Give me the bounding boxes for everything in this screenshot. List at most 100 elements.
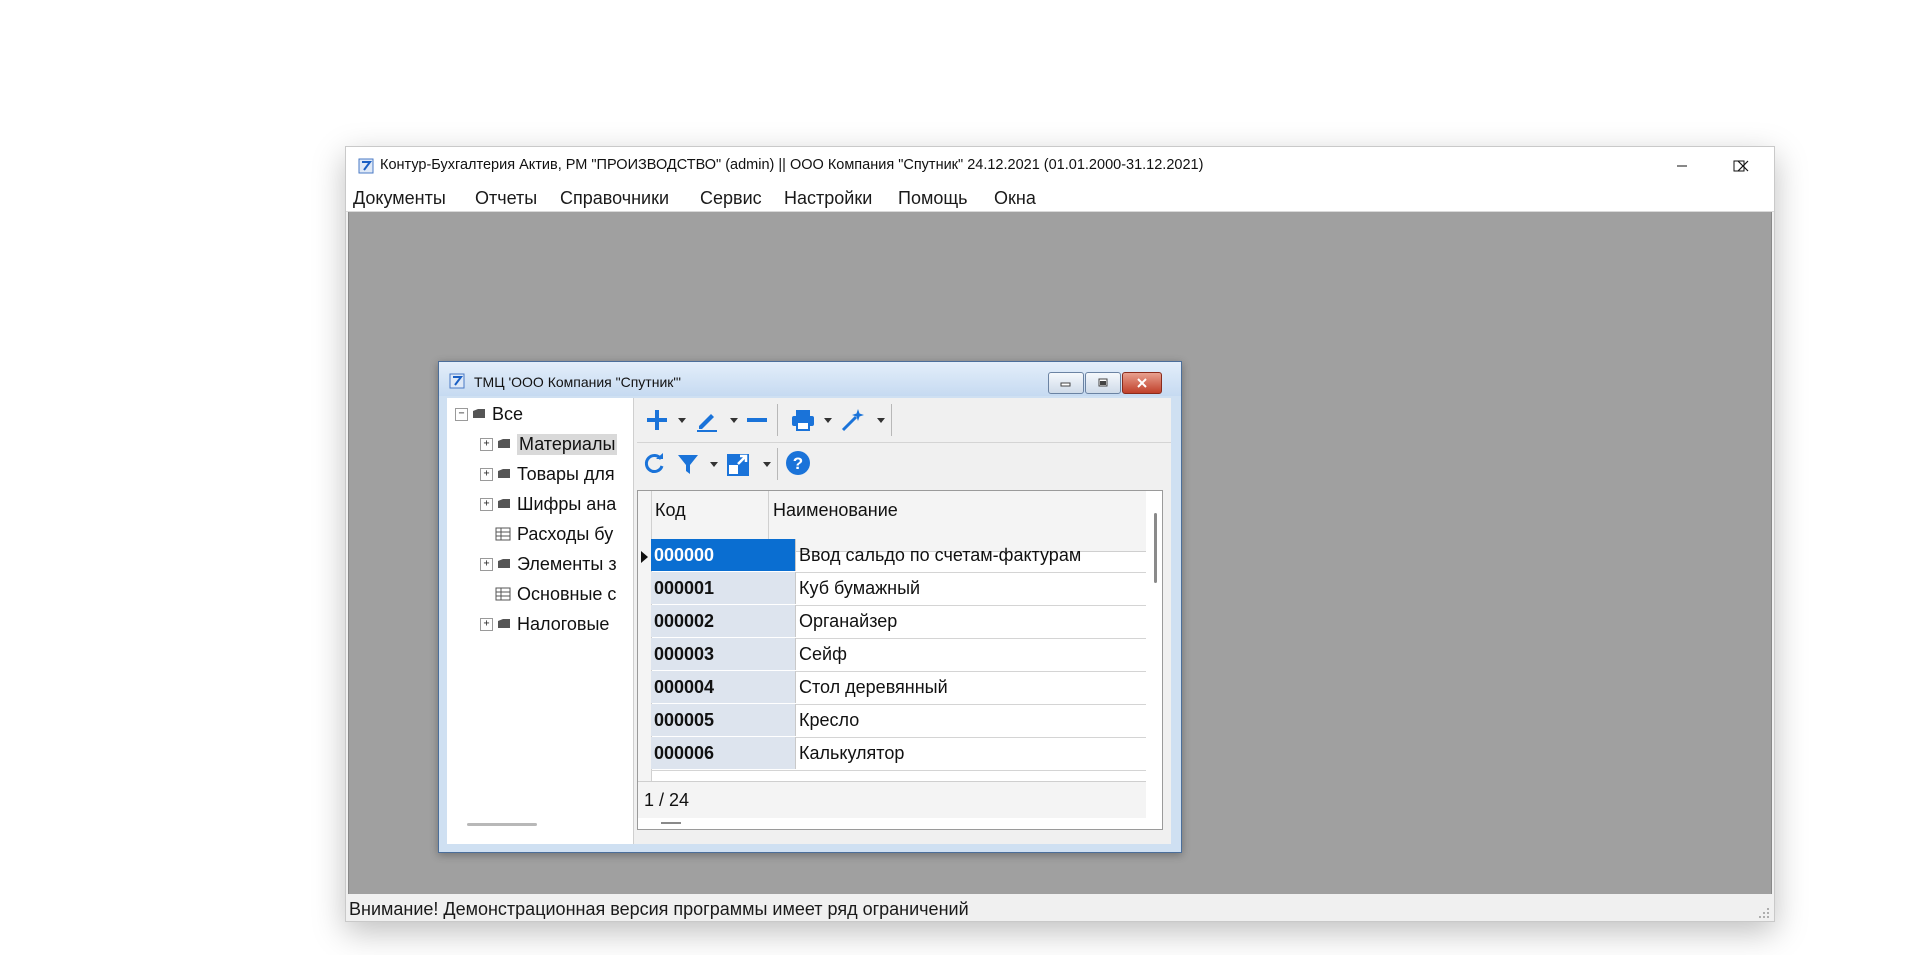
tree-item-label: Материалы (517, 433, 618, 455)
filter-dropdown-arrow[interactable] (710, 462, 718, 467)
cell-code[interactable]: 000003 (651, 638, 796, 670)
items-grid[interactable]: Код Наименование 000000 Ввод сальдо по с… (637, 490, 1163, 830)
tree-root-label: Все (492, 403, 524, 424)
app-icon (449, 373, 465, 389)
right-pane: ? Код Наименование 000000 Ввод сальдо по… (637, 398, 1171, 844)
close-icon (1137, 378, 1147, 388)
add-button[interactable] (645, 406, 669, 434)
cell-name[interactable]: Кресло (799, 704, 859, 736)
tree-item-label: Расходы бу (517, 523, 614, 544)
tree-item[interactable]: + Материалы (480, 430, 618, 458)
child-close-button[interactable] (1122, 372, 1162, 394)
folder-icon (498, 559, 510, 568)
export-dropdown-arrow[interactable] (763, 462, 771, 467)
app-icon (358, 158, 374, 174)
print-icon (792, 410, 814, 431)
cell-name[interactable]: Стол деревянный (799, 671, 948, 703)
cell-code[interactable]: 000006 (651, 737, 796, 769)
grid-vertical-scrollbar[interactable] (1147, 491, 1162, 781)
table-row[interactable]: 000002 Органайзер (651, 605, 1146, 639)
tree-item-label: Элементы з (517, 553, 617, 574)
cell-name[interactable]: Ввод сальдо по счетам-фактурам (799, 539, 1081, 571)
grid-horizontal-scrollbar[interactable] (638, 819, 1162, 829)
menu-help[interactable]: Помощь (898, 188, 968, 209)
refresh-button[interactable] (642, 450, 666, 478)
wizard-button[interactable] (840, 406, 866, 434)
title-bar[interactable]: Контур-Бухгалтерия Актив, РМ "ПРОИЗВОДСТ… (346, 147, 1774, 185)
table-row[interactable]: 000005 Кресло (651, 704, 1146, 738)
export-button[interactable] (726, 450, 752, 478)
expand-icon[interactable]: + (480, 497, 493, 511)
table-row[interactable]: 000001 Куб бумажный (651, 572, 1146, 606)
menu-references[interactable]: Справочники (560, 188, 669, 209)
cell-code[interactable]: 000005 (651, 704, 796, 736)
edit-dropdown-arrow[interactable] (730, 418, 738, 423)
add-icon (647, 410, 667, 430)
expand-icon[interactable]: + (480, 467, 493, 481)
close-icon (1737, 160, 1749, 172)
child-minimize-button[interactable] (1048, 372, 1084, 394)
cell-name[interactable]: Куб бумажный (799, 572, 920, 604)
menu-settings[interactable]: Настройки (784, 188, 872, 209)
scrollbar-thumb[interactable] (661, 822, 681, 824)
edit-icon (697, 414, 717, 432)
expand-icon[interactable]: + (480, 557, 493, 571)
child-restore-button[interactable] (1085, 372, 1121, 394)
toolbar-separator (777, 404, 778, 436)
tree-item[interactable]: + Элементы з (480, 550, 617, 578)
tree-item[interactable]: + Товары для (480, 460, 615, 488)
print-dropdown-arrow[interactable] (824, 418, 832, 423)
expand-icon[interactable]: + (480, 437, 493, 451)
menu-service[interactable]: Сервис (700, 188, 762, 209)
column-header-code[interactable]: Код (655, 500, 686, 521)
category-tree[interactable]: − Все + Материалы + Товары для + Шифры а… (447, 398, 634, 844)
table-row[interactable]: 000004 Стол деревянный (651, 671, 1146, 705)
resize-grip-icon[interactable] (1758, 907, 1770, 919)
toolbar-separator (777, 448, 778, 480)
help-button[interactable]: ? (785, 449, 811, 477)
help-icon: ? (786, 451, 810, 475)
menu-windows[interactable]: Окна (994, 188, 1036, 209)
collapse-icon[interactable]: − (455, 407, 468, 421)
menu-reports[interactable]: Отчеты (475, 188, 537, 209)
table-icon (495, 527, 511, 541)
folder-icon (498, 619, 510, 628)
table-row[interactable]: 000000 Ввод сальдо по счетам-фактурам (651, 539, 1146, 573)
tree-root[interactable]: − Все (455, 400, 523, 428)
svg-text:?: ? (793, 454, 803, 473)
delete-button[interactable] (745, 406, 769, 434)
minimize-button[interactable] (1653, 147, 1711, 185)
expand-icon[interactable]: + (480, 617, 493, 631)
wizard-dropdown-arrow[interactable] (877, 418, 885, 423)
export-icon (727, 454, 749, 476)
tree-horizontal-scrollbar[interactable] (467, 823, 537, 826)
child-title-bar[interactable]: ТМЦ 'ООО Компания "Спутник"' (439, 362, 1181, 396)
cell-name[interactable]: Калькулятор (799, 737, 904, 769)
tree-item-label: Основные с (517, 583, 617, 604)
add-dropdown-arrow[interactable] (678, 418, 686, 423)
column-header-name[interactable]: Наименование (773, 500, 898, 521)
tree-item[interactable]: Основные с (495, 580, 616, 608)
print-button[interactable] (790, 406, 816, 434)
cell-name[interactable]: Сейф (799, 638, 847, 670)
edit-button[interactable] (695, 406, 719, 434)
child-window-title: ТМЦ 'ООО Компания "Спутник"' (474, 374, 682, 390)
scrollbar-thumb[interactable] (1154, 513, 1157, 583)
tree-item[interactable]: + Шифры ана (480, 490, 616, 518)
tree-item-label: Налоговые (517, 613, 610, 634)
table-row[interactable]: 000006 Калькулятор (651, 737, 1146, 771)
current-row-indicator-icon (641, 551, 648, 563)
cell-code[interactable]: 000001 (651, 572, 796, 604)
cell-code[interactable]: 000002 (651, 605, 796, 637)
close-button[interactable] (1714, 147, 1772, 185)
cell-name[interactable]: Органайзер (799, 605, 897, 637)
magic-wand-icon (841, 409, 864, 432)
filter-button[interactable] (676, 450, 700, 478)
table-row[interactable]: 000003 Сейф (651, 638, 1146, 672)
minimize-icon (1060, 382, 1071, 387)
menu-documents[interactable]: Документы (353, 188, 446, 209)
tree-item[interactable]: Расходы бу (495, 520, 613, 548)
cell-code[interactable]: 000000 (651, 539, 796, 571)
cell-code[interactable]: 000004 (651, 671, 796, 703)
tree-item[interactable]: + Налоговые (480, 610, 609, 638)
